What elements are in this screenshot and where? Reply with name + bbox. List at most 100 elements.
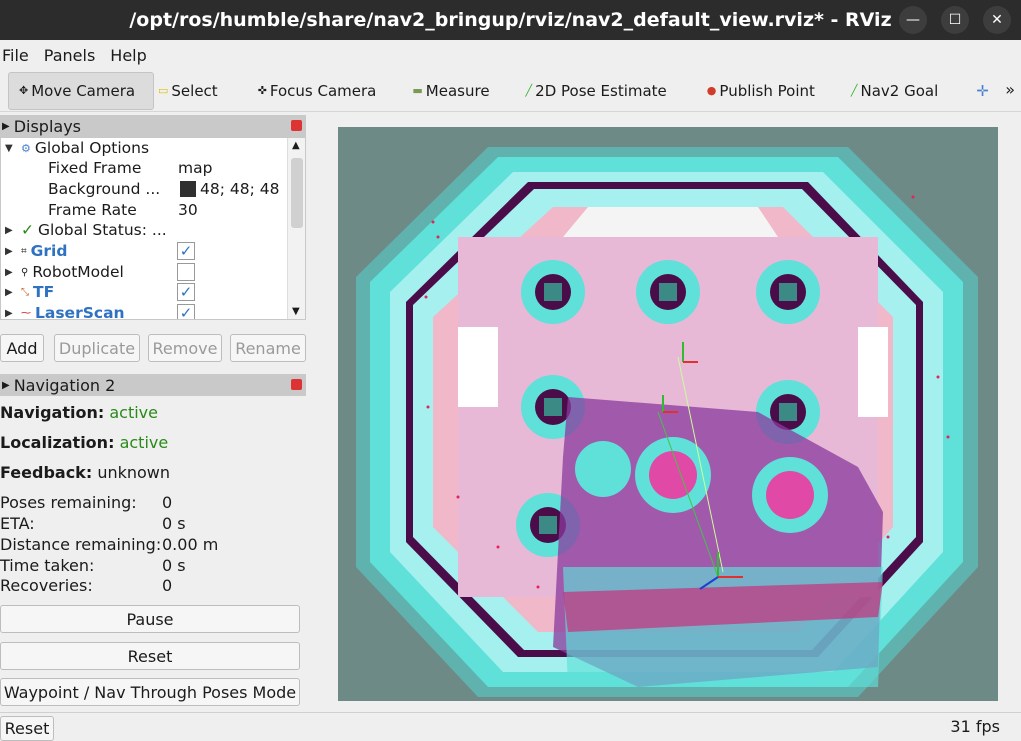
localization-value: active	[119, 433, 169, 452]
navigation-header: ▶ Navigation 2	[0, 374, 306, 396]
localization-status: Localization: active	[0, 433, 168, 452]
expand-arrow-icon[interactable]: ▶	[5, 246, 13, 257]
nav2-goal-label: Nav2 Goal	[860, 81, 939, 100]
distance-value: 0.00 m	[162, 535, 219, 554]
displays-title: Displays	[13, 116, 82, 136]
add-tool-button[interactable]: ✛	[966, 72, 999, 110]
laserscan-checkbox[interactable]: ✓	[177, 304, 195, 319]
green-arrow-icon: ╱	[850, 84, 858, 97]
scroll-up-icon[interactable]: ▲	[292, 140, 300, 151]
grid-checkbox[interactable]: ✓	[177, 242, 195, 260]
status-bar: Reset 31 fps	[0, 712, 1021, 741]
background-value-text: 48; 48; 48	[200, 180, 280, 198]
navigation-status: Navigation: active	[0, 403, 158, 422]
display-item-laserscan[interactable]: ▶ ⁓ LaserScan	[1, 303, 125, 320]
panel-icon: ▶	[2, 120, 10, 132]
eta-value: 0 s	[162, 514, 186, 533]
displays-scrollbar[interactable]: ▲ ▼	[287, 138, 305, 319]
nav2-goal-tool[interactable]: ╱ Nav2 Goal	[841, 72, 948, 110]
expand-arrow-icon[interactable]: ▶	[5, 287, 13, 298]
window-title: /opt/ros/humble/share/nav2_bringup/rviz/…	[129, 9, 892, 31]
select-label: Select	[171, 81, 218, 100]
global-options-row[interactable]: ▼ ⚙ Global Options	[1, 138, 149, 158]
global-status-row[interactable]: ▶ ✓ Global Status: ...	[1, 220, 167, 240]
globe-icon: ⚙	[21, 141, 31, 155]
display-item-robotmodel[interactable]: ▶ ⚲ RobotModel	[1, 262, 124, 282]
global-options-label: Global Options	[34, 139, 150, 157]
menu-help[interactable]: Help	[108, 46, 155, 65]
3d-viewport[interactable]	[338, 127, 998, 701]
poses-label: Poses remaining:	[0, 493, 137, 512]
toolbar-overflow-button[interactable]: »	[1005, 80, 1015, 99]
remove-button[interactable]: Remove	[148, 334, 222, 362]
waypoint-mode-button[interactable]: Waypoint / Nav Through Poses Mode	[0, 678, 300, 706]
reset-nav-button[interactable]: Reset	[0, 642, 300, 670]
robotmodel-label: RobotModel	[32, 263, 124, 281]
measure-tool[interactable]: ▬ Measure	[402, 72, 499, 110]
expand-arrow-icon[interactable]: ▶	[5, 308, 13, 319]
menu-file[interactable]: File	[0, 46, 38, 65]
display-item-tf[interactable]: ▶ ⤡ TF	[1, 282, 54, 302]
poses-value: 0	[162, 493, 173, 512]
move-camera-tool[interactable]: ✥ Move Camera	[8, 71, 154, 110]
focus-camera-tool[interactable]: ✜ Focus Camera	[248, 72, 387, 110]
frame-rate-value[interactable]: 30	[178, 200, 198, 220]
scrollbar-thumb[interactable]	[291, 158, 303, 228]
color-swatch	[180, 181, 196, 197]
navigation-value: active	[109, 403, 158, 422]
eta-label: ETA:	[0, 514, 35, 533]
pose-estimate-label: 2D Pose Estimate	[535, 81, 667, 100]
focus-camera-label: Focus Camera	[269, 81, 377, 100]
global-status-label: Global Status: ...	[38, 221, 167, 239]
laser-icon: ⁓	[21, 307, 31, 319]
robotmodel-checkbox[interactable]	[177, 263, 195, 281]
reset-view-button[interactable]: Reset	[0, 716, 54, 741]
feedback-value: unknown	[97, 463, 171, 482]
fixed-frame-value[interactable]: map	[178, 158, 212, 178]
measure-label: Measure	[425, 81, 490, 100]
pin-icon: ●	[706, 84, 717, 97]
pause-button[interactable]: Pause	[0, 605, 300, 633]
minimize-button[interactable]: —	[899, 6, 927, 34]
toolbar: ✥ Move Camera ▭ Select ✜ Focus Camera ▬ Meas…	[0, 70, 1021, 112]
costmap-render	[356, 147, 978, 697]
duplicate-button[interactable]: Duplicate	[54, 334, 140, 362]
pose-estimate-tool[interactable]: ╱ 2D Pose Estimate	[516, 72, 677, 110]
add-display-button[interactable]: Add	[0, 334, 44, 362]
navigation-label: Navigation:	[0, 403, 105, 422]
distance-label: Distance remaining:	[0, 535, 162, 554]
expand-arrow-icon[interactable]: ▶	[5, 267, 13, 278]
collapse-arrow-icon[interactable]: ▼	[5, 143, 13, 154]
expand-arrow-icon[interactable]: ▶	[5, 225, 13, 236]
select-icon: ▭	[158, 84, 169, 97]
rename-button[interactable]: Rename	[230, 334, 306, 362]
display-item-grid[interactable]: ▶ ⌗ Grid	[1, 241, 67, 261]
laserscan-label: LaserScan	[35, 304, 125, 320]
displays-tree: ▼ ⚙ Global Options Fixed Frame map Backg…	[0, 137, 306, 320]
close-button[interactable]: ✕	[983, 6, 1011, 34]
menu-bar: File Panels Help	[0, 40, 1021, 70]
navigation-close-icon[interactable]	[291, 379, 302, 390]
navigation-title: Navigation 2	[13, 375, 116, 395]
move-icon: ✥	[19, 84, 29, 97]
check-icon: ✓	[21, 221, 34, 239]
menu-panels[interactable]: Panels	[42, 46, 105, 65]
tf-label: TF	[33, 283, 55, 301]
robot-icon: ⚲	[21, 266, 29, 278]
select-tool[interactable]: ▭ Select	[154, 72, 228, 110]
displays-close-icon[interactable]	[291, 120, 302, 131]
recoveries-value: 0	[162, 576, 173, 595]
feedback-label: Feedback:	[0, 463, 93, 482]
recoveries-label: Recoveries:	[0, 576, 93, 595]
maximize-button[interactable]: ☐	[941, 6, 969, 34]
tf-checkbox[interactable]: ✓	[177, 283, 195, 301]
publish-point-tool[interactable]: ● Publish Point	[697, 72, 825, 110]
displays-header: ▶ Displays	[0, 115, 306, 137]
time-label: Time taken:	[0, 556, 95, 575]
localization-label: Localization:	[0, 433, 115, 452]
scroll-down-icon[interactable]: ▼	[292, 306, 300, 317]
focus-icon: ✜	[257, 84, 267, 97]
background-value[interactable]: 48; 48; 48	[180, 179, 279, 199]
fps-counter: 31 fps	[950, 717, 1000, 736]
feedback-status: Feedback: unknown	[0, 463, 170, 482]
